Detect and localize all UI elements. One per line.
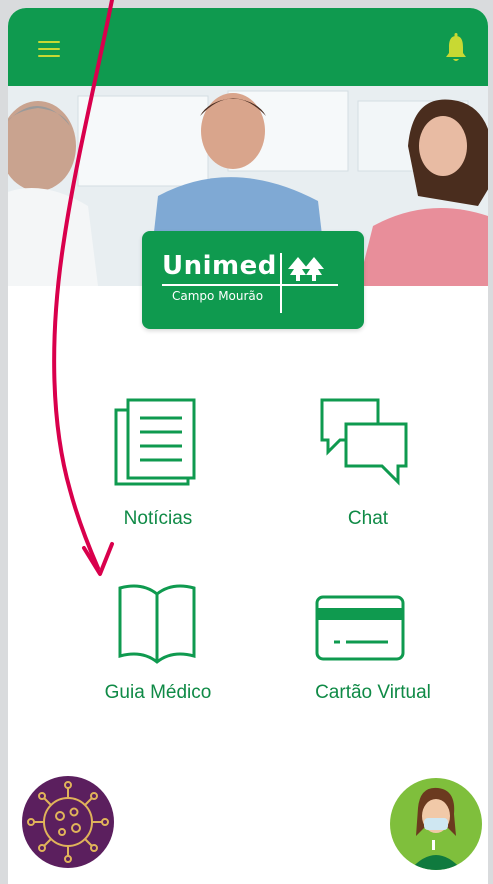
top-bar	[8, 8, 488, 86]
bell-icon[interactable]	[444, 32, 468, 64]
tile-noticias-label: Notícias	[123, 508, 193, 529]
tile-guia-medico-label: Guia Médico	[104, 682, 212, 703]
tile-chat-label: Chat	[347, 508, 389, 529]
assistant-avatar-button[interactable]	[390, 778, 482, 870]
app-screen: Unimed Campo Mourão Notícias Chat Guia M…	[8, 8, 488, 884]
tile-cartao-virtual-label: Cartão Virtual	[315, 682, 431, 703]
logo-divider	[280, 253, 282, 313]
tile-noticias[interactable]: Notícias	[68, 388, 248, 538]
logo-subtitle: Campo Mourão	[172, 289, 264, 303]
unimed-logo: Unimed Campo Mourão	[142, 231, 364, 329]
logo-wordmark: Unimed	[162, 251, 277, 281]
news-icon	[114, 398, 196, 486]
tile-chat[interactable]: Chat	[278, 388, 458, 538]
virus-icon	[27, 781, 109, 863]
covid-button[interactable]	[22, 776, 114, 868]
tile-guia-medico[interactable]: Guia Médico	[58, 576, 258, 706]
card-icon	[315, 595, 405, 661]
tile-cartao-virtual[interactable]: Cartão Virtual	[278, 576, 468, 706]
nurse-avatar-icon	[410, 787, 462, 870]
tree-logo-icon	[288, 257, 324, 281]
chat-icon	[320, 398, 408, 486]
book-icon	[118, 584, 196, 664]
hamburger-icon[interactable]	[38, 41, 60, 57]
